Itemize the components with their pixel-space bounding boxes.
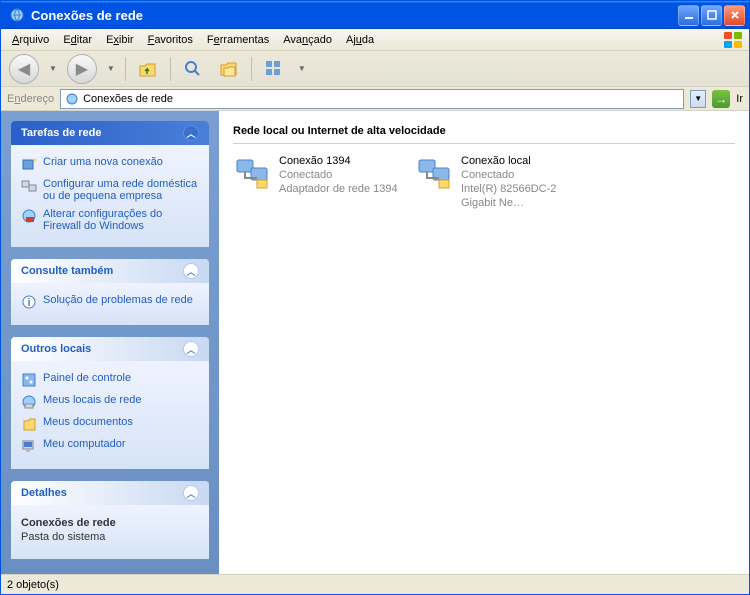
see-also-header[interactable]: Consulte também ︿ xyxy=(11,259,209,283)
menu-ferramentas[interactable]: Ferramentas xyxy=(200,31,276,49)
firewall-icon xyxy=(21,208,37,224)
menu-exibir[interactable]: Exibir xyxy=(99,31,141,49)
connection-name: Conexão 1394 xyxy=(279,154,398,168)
sidebar: Tarefas de rede ︿ Criar uma nova conexão… xyxy=(1,111,219,574)
go-label: Ir xyxy=(736,93,743,105)
folders-button[interactable] xyxy=(215,55,243,83)
details-content: Conexões de rede Pasta do sistema xyxy=(21,513,199,547)
address-text: Conexões de rede xyxy=(83,93,173,105)
menu-avancado[interactable]: Avançado xyxy=(276,31,339,49)
views-dropdown[interactable]: ▼ xyxy=(296,64,308,73)
maximize-button[interactable] xyxy=(701,5,722,26)
connection-device: Intel(R) 82566DC-2 Gigabit Ne… xyxy=(461,182,585,210)
connection-icon xyxy=(415,154,455,194)
window: Conexões de rede Arquivo Editar Exibir F… xyxy=(0,0,750,595)
firewall-settings-link[interactable]: Alterar configurações do Firewall do Win… xyxy=(21,205,199,235)
address-bar: Endereço Conexões de rede ▼ → Ir xyxy=(1,87,749,111)
setup-network-link[interactable]: Configurar uma rede doméstica ou de pequ… xyxy=(21,175,199,205)
troubleshoot-link[interactable]: i Solução de problemas de rede xyxy=(21,291,199,313)
other-places-panel: Outros locais ︿ Painel de controle Meus … xyxy=(11,337,209,469)
titlebar: Conexões de rede xyxy=(1,1,749,29)
menu-ajuda[interactable]: Ajuda xyxy=(339,31,381,49)
group-header: Rede local ou Internet de alta velocidad… xyxy=(233,121,735,144)
up-folder-button[interactable] xyxy=(134,55,162,83)
see-also-panel: Consulte também ︿ i Solução de problemas… xyxy=(11,259,209,325)
status-bar: 2 objeto(s) xyxy=(1,574,749,594)
status-text: 2 objeto(s) xyxy=(7,579,59,591)
toolbar: ◀ ▼ ▶ ▼ ▼ xyxy=(1,51,749,87)
menu-arquivo[interactable]: Arquivo xyxy=(5,31,56,49)
help-icon: i xyxy=(21,294,37,310)
collapse-icon: ︿ xyxy=(183,263,199,279)
details-header[interactable]: Detalhes ︿ xyxy=(11,481,209,505)
network-tasks-header[interactable]: Tarefas de rede ︿ xyxy=(11,121,209,145)
main-pane: Rede local ou Internet de alta velocidad… xyxy=(219,111,749,574)
content-area: Tarefas de rede ︿ Criar uma nova conexão… xyxy=(1,111,749,574)
window-title: Conexões de rede xyxy=(29,8,678,23)
back-button[interactable]: ◀ xyxy=(9,54,39,84)
connection-device: Adaptador de rede 1394 xyxy=(279,182,398,196)
network-places-icon xyxy=(21,394,37,410)
connection-status: Conectado xyxy=(279,168,398,182)
go-button[interactable]: → xyxy=(712,90,730,108)
create-connection-link[interactable]: Criar uma nova conexão xyxy=(21,153,199,175)
app-icon xyxy=(9,7,25,23)
back-dropdown[interactable]: ▼ xyxy=(47,64,59,73)
computer-icon xyxy=(21,438,37,454)
details-panel: Detalhes ︿ Conexões de rede Pasta do sis… xyxy=(11,481,209,559)
menu-editar[interactable]: Editar xyxy=(56,31,99,49)
menu-favoritos[interactable]: Favoritos xyxy=(141,31,200,49)
connection-1394[interactable]: Conexão 1394 Conectado Adaptador de rede… xyxy=(233,154,403,210)
network-places-link[interactable]: Meus locais de rede xyxy=(21,391,199,413)
connection-items: Conexão 1394 Conectado Adaptador de rede… xyxy=(233,154,735,210)
svg-text:i: i xyxy=(27,297,30,309)
network-tasks-panel: Tarefas de rede ︿ Criar uma nova conexão… xyxy=(11,121,209,247)
close-button[interactable] xyxy=(724,5,745,26)
collapse-icon: ︿ xyxy=(183,485,199,501)
control-panel-link[interactable]: Painel de controle xyxy=(21,369,199,391)
windows-flag-icon xyxy=(723,31,745,49)
network-setup-icon xyxy=(21,178,37,194)
collapse-icon: ︿ xyxy=(183,125,199,141)
menubar: Arquivo Editar Exibir Favoritos Ferramen… xyxy=(1,29,749,51)
window-controls xyxy=(678,5,745,26)
address-label: Endereço xyxy=(7,93,54,105)
connection-name: Conexão local xyxy=(461,154,585,168)
my-computer-link[interactable]: Meu computador xyxy=(21,435,199,457)
address-dropdown[interactable]: ▼ xyxy=(690,90,706,108)
documents-icon xyxy=(21,416,37,432)
control-panel-icon xyxy=(21,372,37,388)
search-button[interactable] xyxy=(179,55,207,83)
forward-button[interactable]: ▶ xyxy=(67,54,97,84)
connection-icon xyxy=(233,154,273,194)
views-button[interactable] xyxy=(260,55,288,83)
connection-local[interactable]: Conexão local Conectado Intel(R) 82566DC… xyxy=(415,154,585,210)
address-icon xyxy=(65,92,79,106)
wizard-icon xyxy=(21,156,37,172)
forward-dropdown[interactable]: ▼ xyxy=(105,64,117,73)
my-documents-link[interactable]: Meus documentos xyxy=(21,413,199,435)
connection-status: Conectado xyxy=(461,168,585,182)
collapse-icon: ︿ xyxy=(183,341,199,357)
minimize-button[interactable] xyxy=(678,5,699,26)
address-field[interactable]: Conexões de rede xyxy=(60,89,684,109)
other-places-header[interactable]: Outros locais ︿ xyxy=(11,337,209,361)
